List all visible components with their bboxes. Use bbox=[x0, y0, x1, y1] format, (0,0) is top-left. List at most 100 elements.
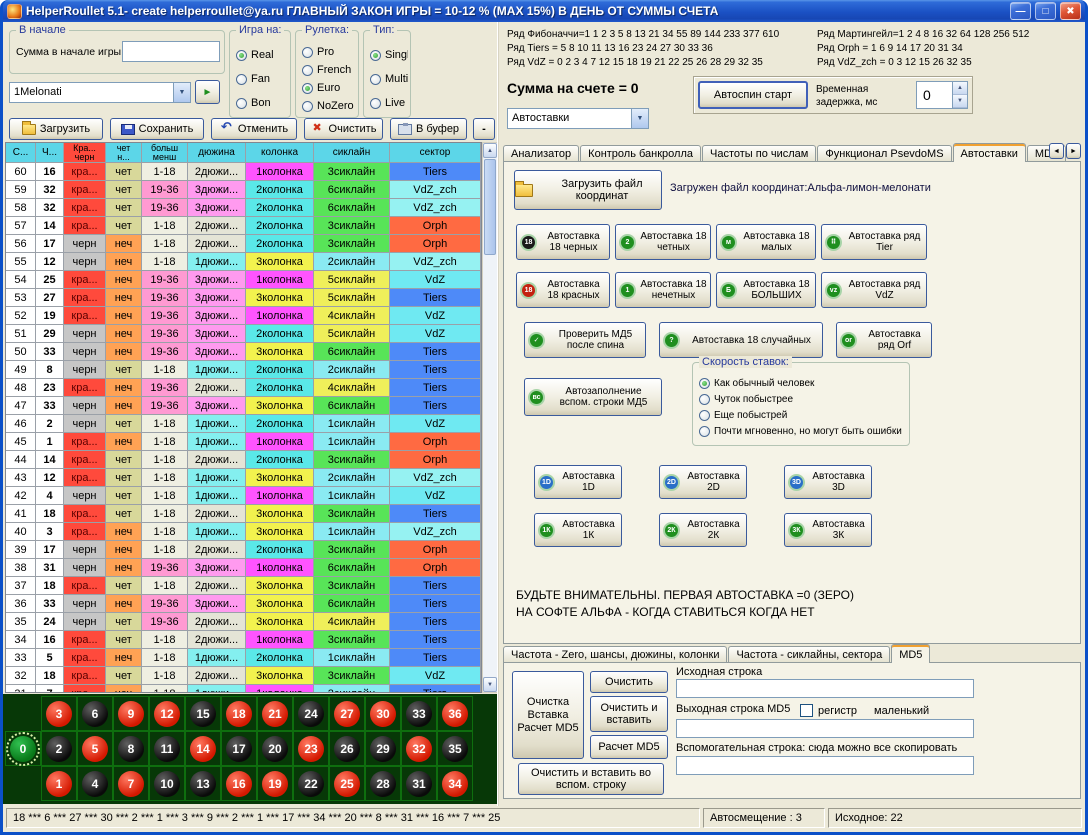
start-sum-input[interactable] bbox=[122, 41, 220, 62]
column-header[interactable]: дюжина bbox=[188, 143, 246, 163]
table-row[interactable]: 3917черннеч1-182дюжи...2колонка3сиклайнO… bbox=[6, 541, 481, 559]
type-option[interactable]: Singl bbox=[370, 43, 408, 67]
number-chip[interactable]: 14 bbox=[190, 736, 216, 762]
clear-paste-calc-button[interactable]: Очистка Вставка Расчет MD5 bbox=[512, 671, 584, 759]
radio-icon[interactable] bbox=[699, 410, 710, 421]
scroll-up-icon[interactable]: ▲ bbox=[483, 143, 497, 158]
board-cell[interactable]: 25 bbox=[329, 766, 365, 801]
table-row[interactable]: 335кра...неч1-181дюжи...2колонка1сиклайн… bbox=[6, 649, 481, 667]
number-chip[interactable]: 21 bbox=[262, 701, 288, 727]
table-row[interactable]: 403кра...неч1-181дюжи...3колонка1сиклайн… bbox=[6, 523, 481, 541]
column-header[interactable]: колонка bbox=[246, 143, 314, 163]
radio-icon[interactable] bbox=[302, 83, 313, 94]
board-cell[interactable]: 12 bbox=[149, 696, 185, 731]
number-chip[interactable]: 2 bbox=[46, 736, 72, 762]
autobet-button[interactable]: 1Автоставка 18 нечетных bbox=[615, 272, 711, 308]
number-chip[interactable]: 25 bbox=[334, 771, 360, 797]
board-cell[interactable]: 23 bbox=[293, 731, 329, 766]
table-row[interactable]: 3524чернчет19-362дюжи...3колонка4сиклайн… bbox=[6, 613, 481, 631]
game-option[interactable]: Fan bbox=[236, 67, 288, 91]
board-cell[interactable]: 26 bbox=[329, 731, 365, 766]
number-chip[interactable]: 17 bbox=[226, 736, 252, 762]
board-cell[interactable]: 33 bbox=[401, 696, 437, 731]
table-row[interactable]: 317кра...неч1-181дюжи...1колонка2сиклайн… bbox=[6, 685, 481, 693]
number-chip[interactable]: 29 bbox=[370, 736, 396, 762]
autobet-button[interactable]: ?Автоставка 18 случайных bbox=[659, 322, 823, 358]
board-cell[interactable]: 31 bbox=[401, 766, 437, 801]
roulette-option[interactable]: Euro bbox=[302, 79, 356, 97]
table-row[interactable]: 4312кра...чет1-181дюжи...3колонка2сиклай… bbox=[6, 469, 481, 487]
case-checkbox[interactable] bbox=[800, 704, 813, 717]
frequency-tab[interactable]: Частота - сиклайны, сектора bbox=[728, 646, 890, 663]
clipboard-button[interactable]: В буфер bbox=[390, 118, 467, 140]
main-tab[interactable]: Анализатор bbox=[503, 145, 579, 162]
clear-and-paste-button[interactable]: Очистить и вставить bbox=[590, 696, 668, 732]
number-chip[interactable]: 24 bbox=[298, 701, 324, 727]
number-chip[interactable]: 1 bbox=[46, 771, 72, 797]
save-button[interactable]: Сохранить bbox=[110, 118, 204, 140]
aux-string-input[interactable] bbox=[676, 756, 974, 775]
board-cell[interactable]: 28 bbox=[365, 766, 401, 801]
play-button[interactable]: ► bbox=[195, 80, 220, 104]
board-cell[interactable]: 11 bbox=[149, 731, 185, 766]
clear-paste-aux-button[interactable]: Очистить и вставить во вспом. строку bbox=[518, 763, 664, 795]
maximize-button[interactable]: □ bbox=[1035, 2, 1056, 20]
scrollbar-thumb[interactable] bbox=[484, 159, 496, 255]
speed-option[interactable]: Чуток побыстрее bbox=[699, 391, 907, 407]
number-chip[interactable]: 36 bbox=[442, 701, 468, 727]
table-row[interactable]: 3633черннеч19-363дюжи...3колонка6сиклайн… bbox=[6, 595, 481, 613]
radio-icon[interactable] bbox=[236, 98, 247, 109]
column-header[interactable]: Ч... bbox=[36, 143, 64, 163]
number-chip[interactable]: 3 bbox=[46, 701, 72, 727]
number-chip[interactable]: 23 bbox=[298, 736, 324, 762]
autospin-start-button[interactable]: Автоспин старт bbox=[698, 81, 808, 109]
table-row[interactable]: 498чернчет1-181дюжи...2колонка2сиклайнTi… bbox=[6, 361, 481, 379]
autobet-button[interactable]: 3КАвтоставка 3К bbox=[784, 513, 872, 547]
board-cell[interactable]: 5 bbox=[77, 731, 113, 766]
number-chip[interactable]: 16 bbox=[226, 771, 252, 797]
board-cell[interactable]: 9 bbox=[113, 696, 149, 731]
undo-button[interactable]: Отменить bbox=[211, 118, 297, 140]
number-chip[interactable]: 20 bbox=[262, 736, 288, 762]
table-row[interactable]: 424чернчет1-181дюжи...1колонка1сиклайнVd… bbox=[6, 487, 481, 505]
board-cell[interactable]: 21 bbox=[257, 696, 293, 731]
chevron-down-icon[interactable]: ▼ bbox=[631, 109, 648, 128]
table-row[interactable]: 5512черннеч1-181дюжи...3колонка2сиклайнV… bbox=[6, 253, 481, 271]
number-chip[interactable]: 5 bbox=[82, 736, 108, 762]
main-tab[interactable]: Автоставки bbox=[953, 143, 1026, 162]
radio-icon[interactable] bbox=[699, 426, 710, 437]
table-row[interactable]: 5617черннеч1-182дюжи...2колонка3сиклайнO… bbox=[6, 235, 481, 253]
board-cell[interactable]: 35 bbox=[437, 731, 473, 766]
number-chip[interactable]: 31 bbox=[406, 771, 432, 797]
table-row[interactable]: 3718кра...чет1-182дюжи...3колонка3сиклай… bbox=[6, 577, 481, 595]
load-coordinates-button[interactable]: Загрузить файл координат bbox=[514, 170, 662, 210]
table-row[interactable]: 5425кра...неч19-363дюжи...1колонка5сикла… bbox=[6, 271, 481, 289]
table-row[interactable]: 3831черннеч19-363дюжи...1колонка6сиклайн… bbox=[6, 559, 481, 577]
number-chip[interactable]: 28 bbox=[370, 771, 396, 797]
zero-chip[interactable]: 0 bbox=[10, 736, 36, 762]
roulette-option[interactable]: Pro bbox=[302, 43, 356, 61]
radio-icon[interactable] bbox=[236, 74, 247, 85]
output-string-input[interactable] bbox=[676, 719, 974, 738]
column-header[interactable]: четн... bbox=[106, 143, 142, 163]
number-chip[interactable]: 9 bbox=[118, 701, 144, 727]
board-cell[interactable]: 20 bbox=[257, 731, 293, 766]
autobet-button[interactable]: 1КАвтоставка 1К bbox=[534, 513, 622, 547]
autobet-button[interactable]: ⠿Автоставка ряд Tier bbox=[821, 224, 927, 260]
autobet-button[interactable]: 18Автоставка 18 черных bbox=[516, 224, 610, 260]
number-chip[interactable]: 35 bbox=[442, 736, 468, 762]
number-chip[interactable]: 30 bbox=[370, 701, 396, 727]
tab-scroll-left-icon[interactable]: ◄ bbox=[1049, 143, 1064, 159]
autobet-button[interactable]: 3DАвтоставка 3D bbox=[784, 465, 872, 499]
minimize-button[interactable]: — bbox=[1010, 2, 1031, 20]
board-cell[interactable]: 10 bbox=[149, 766, 185, 801]
number-chip[interactable]: 8 bbox=[118, 736, 144, 762]
game-option[interactable]: Bon bbox=[236, 91, 288, 115]
spin-down-icon[interactable]: ▼ bbox=[953, 95, 967, 108]
game-option[interactable]: Real bbox=[236, 43, 288, 67]
board-cell-zero[interactable]: 0 bbox=[5, 731, 41, 766]
roulette-option[interactable]: French bbox=[302, 61, 356, 79]
number-chip[interactable]: 22 bbox=[298, 771, 324, 797]
board-cell[interactable]: 6 bbox=[77, 696, 113, 731]
autobet-button[interactable]: всАвтозаполнение вспом. строки МД5 bbox=[524, 378, 662, 416]
